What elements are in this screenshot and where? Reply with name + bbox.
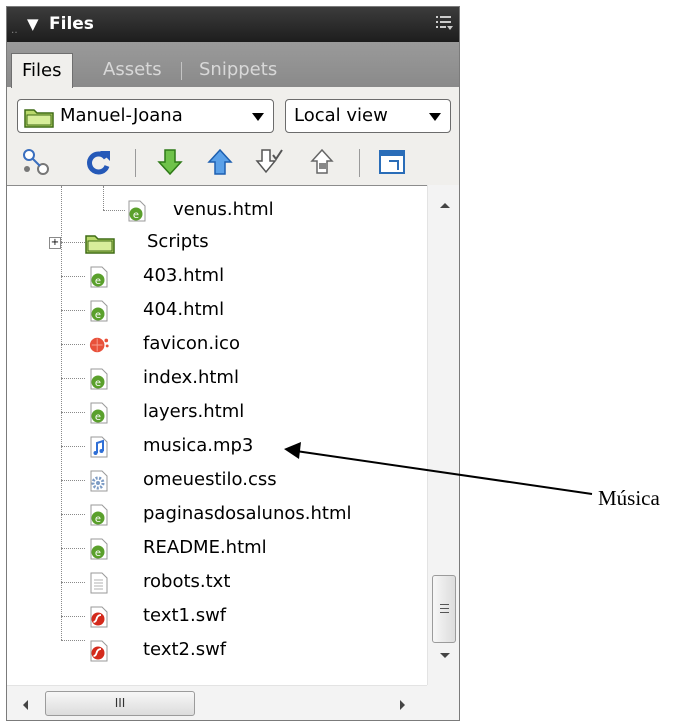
annotation-label: Música	[598, 486, 660, 510]
annotation-arrow	[284, 442, 593, 495]
